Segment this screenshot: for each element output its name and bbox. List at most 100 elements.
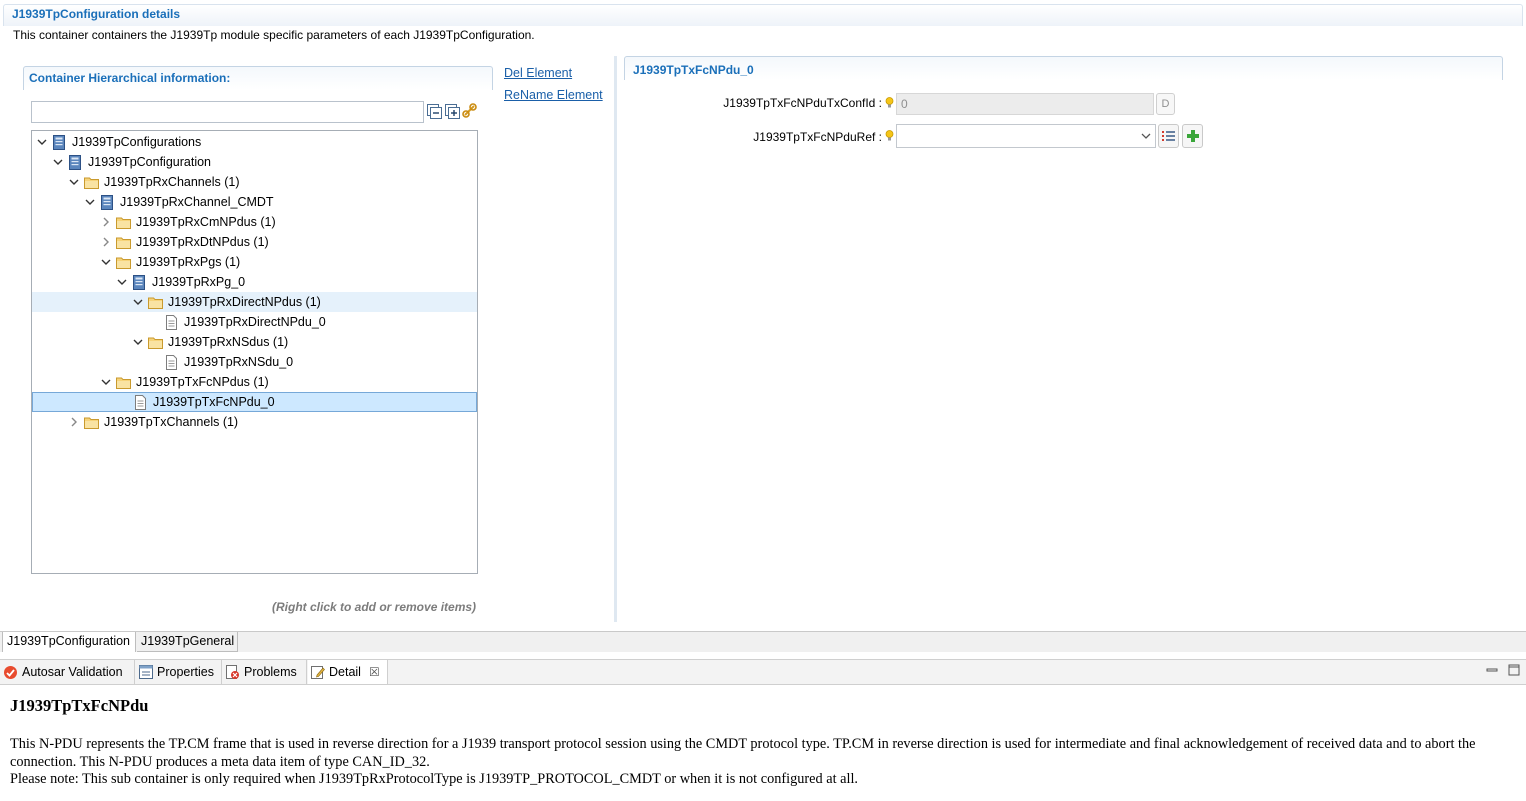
npdu-ref-label: J1939TpTxFcNPduRef : — [753, 130, 882, 144]
chevron-down-icon[interactable] — [36, 136, 48, 148]
document-icon — [135, 394, 146, 410]
chevron-right-icon[interactable] — [100, 236, 112, 248]
properties-icon — [139, 665, 153, 679]
folder-icon — [116, 237, 131, 249]
view-tab-properties[interactable]: Properties — [136, 660, 222, 684]
tree-item[interactable]: J1939TpRxDirectNPdu_0 — [32, 312, 477, 332]
tree-item-label: J1939TpRxDirectNPdus (1) — [168, 295, 321, 309]
tree-item-label: J1939TpRxCmNPdus (1) — [136, 215, 276, 229]
view-tab-label: Properties — [157, 665, 214, 679]
view-tab-label: Detail — [329, 665, 361, 679]
plus-icon — [1186, 130, 1199, 142]
tree-item-label: J1939TpTxFcNPdus (1) — [136, 375, 269, 389]
tree-item-label: J1939TpConfigurations — [72, 135, 202, 149]
problems-icon — [226, 664, 239, 679]
pane-divider[interactable] — [614, 56, 617, 622]
chevron-down-icon[interactable] — [84, 196, 96, 208]
tab-j1939tpgeneral[interactable]: J1939TpGeneral — [137, 632, 238, 652]
validation-icon — [4, 665, 17, 679]
chevron-down-icon[interactable] — [116, 276, 128, 288]
container-icon — [101, 194, 113, 210]
tree-item[interactable]: J1939TpRxPg_0 — [32, 272, 477, 292]
del-element-link[interactable]: Del Element — [504, 66, 572, 80]
link-with-editor-icon[interactable] — [462, 103, 477, 118]
lightbulb-icon[interactable] — [885, 130, 894, 142]
container-tree[interactable]: J1939TpConfigurations J1939TpConfiguratio… — [31, 130, 478, 574]
chevron-down-icon[interactable] — [100, 376, 112, 388]
tree-item[interactable]: J1939TpConfiguration — [32, 152, 477, 172]
expand-all-icon[interactable] — [445, 104, 460, 119]
tree-item[interactable]: J1939TpRxDtNPdus (1) — [32, 232, 477, 252]
chevron-down-icon[interactable] — [52, 156, 64, 168]
chevron-down-icon[interactable] — [132, 336, 144, 348]
tree-item[interactable]: J1939TpRxPgs (1) — [32, 252, 477, 272]
npdu-ref-select[interactable] — [896, 124, 1156, 148]
collapse-all-icon[interactable] — [427, 104, 442, 119]
minimize-icon[interactable] — [1486, 664, 1498, 676]
lightbulb-icon[interactable] — [885, 97, 894, 109]
detail-view-title: J1939TpTxFcNPdu — [10, 696, 149, 715]
chevron-down-icon[interactable] — [68, 176, 80, 188]
chevron-down-icon — [1141, 133, 1151, 139]
chevron-right-icon[interactable] — [68, 416, 80, 428]
tree-spacer — [117, 396, 129, 408]
tree-item-label: J1939TpRxPgs (1) — [136, 255, 241, 269]
page-title: J1939TpConfiguration details — [12, 7, 181, 21]
tree-item[interactable]: J1939TpRxNSdus (1) — [32, 332, 477, 352]
detail-paragraph: Please note: This sub container is only … — [10, 771, 858, 787]
reference-list-button[interactable] — [1158, 124, 1179, 148]
tab-j1939tpconfiguration[interactable]: J1939TpConfiguration — [2, 632, 136, 652]
container-icon — [53, 134, 65, 150]
default-value-button[interactable]: D — [1156, 93, 1175, 115]
tx-conf-id-label: J1939TpTxFcNPduTxConfId : — [723, 96, 882, 110]
tree-item[interactable]: J1939TpRxCmNPdus (1) — [32, 212, 477, 232]
tree-item[interactable]: J1939TpRxNSdu_0 — [32, 352, 477, 372]
tree-hint: (Right click to add or remove items) — [272, 600, 477, 614]
document-icon — [166, 354, 177, 370]
maximize-icon[interactable] — [1508, 664, 1520, 676]
details-section-title: J1939TpTxFcNPdu_0 — [633, 63, 754, 77]
folder-icon — [84, 177, 99, 189]
detail-paragraph: This N-PDU represents the TP.CM frame th… — [10, 736, 1476, 770]
view-tab-detail[interactable]: Detail ☒ — [308, 660, 388, 684]
tree-spacer — [148, 356, 160, 368]
tree-item-label: J1939TpRxChannel_CMDT — [120, 195, 274, 209]
detail-icon — [311, 666, 325, 679]
chevron-right-icon[interactable] — [100, 216, 112, 228]
chevron-down-icon[interactable] — [132, 296, 144, 308]
tree-item[interactable]: J1939TpRxDirectNPdus (1) — [32, 292, 477, 312]
folder-icon — [116, 257, 131, 269]
tree-item-label: J1939TpConfiguration — [88, 155, 211, 169]
tree-item[interactable]: J1939TpTxFcNPdus (1) — [32, 372, 477, 392]
folder-icon — [116, 217, 131, 229]
tree-filter-input[interactable] — [31, 101, 424, 123]
chevron-down-icon[interactable] — [100, 256, 112, 268]
close-icon[interactable]: ☒ — [369, 665, 380, 679]
tree-item-label: J1939TpRxDtNPdus (1) — [136, 235, 269, 249]
tree-item[interactable]: J1939TpRxChannels (1) — [32, 172, 477, 192]
view-tab-problems[interactable]: Problems — [223, 660, 307, 684]
rename-element-link[interactable]: ReName Element — [504, 88, 603, 102]
hierarchy-section-title: Container Hierarchical information: — [29, 71, 231, 85]
page-description: This container containers the J1939Tp mo… — [13, 28, 535, 42]
list-icon — [1162, 131, 1175, 141]
folder-icon — [148, 337, 163, 349]
tree-item-label: J1939TpRxNSdus (1) — [168, 335, 289, 349]
document-icon — [166, 314, 177, 330]
tree-item-label: J1939TpRxNSdu_0 — [184, 355, 294, 369]
tree-item[interactable]: J1939TpRxChannel_CMDT — [32, 192, 477, 212]
folder-icon — [84, 417, 99, 429]
tree-item-label: J1939TpRxPg_0 — [152, 275, 246, 289]
add-reference-button[interactable] — [1182, 124, 1203, 148]
folder-icon — [148, 297, 163, 309]
tx-conf-id-input[interactable] — [896, 93, 1154, 115]
tree-item[interactable]: J1939TpTxChannels (1) — [32, 412, 477, 432]
tree-item-label: J1939TpTxFcNPdu_0 — [153, 395, 275, 409]
tree-item[interactable]: J1939TpTxFcNPdu_0 — [32, 392, 477, 412]
view-tab-label: Autosar Validation — [22, 665, 123, 679]
folder-icon — [116, 377, 131, 389]
tree-item[interactable]: J1939TpConfigurations — [32, 132, 477, 152]
container-icon — [133, 274, 145, 290]
view-tab-autosar-validation[interactable]: Autosar Validation — [0, 660, 135, 684]
tree-item-label: J1939TpRxChannels (1) — [104, 175, 240, 189]
